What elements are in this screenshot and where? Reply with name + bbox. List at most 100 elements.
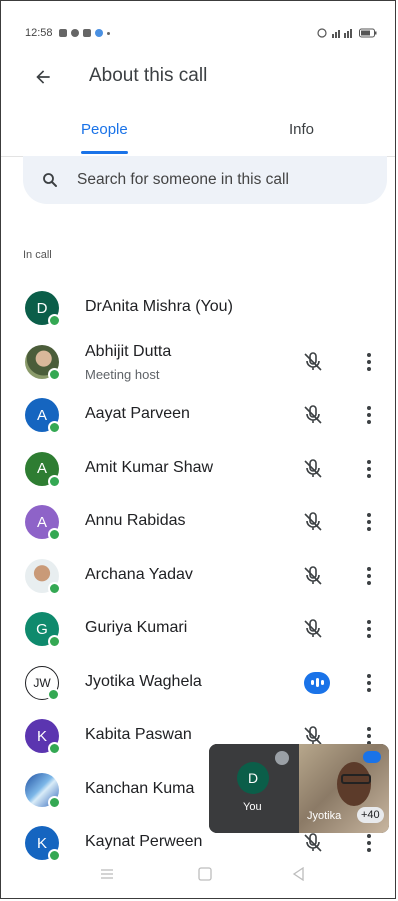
avatar: K xyxy=(25,826,61,862)
participant-row[interactable]: A Annu Rabidas xyxy=(1,495,395,549)
presence-indicator xyxy=(48,528,61,541)
more-options-button[interactable] xyxy=(359,350,379,374)
tab-people[interactable]: People xyxy=(81,121,128,138)
mic-off-icon xyxy=(304,512,322,531)
more-options-button[interactable] xyxy=(359,617,379,641)
participant-count-badge: +40 xyxy=(357,807,384,823)
system-nav-bar xyxy=(1,861,395,891)
participant-name: Kabita Paswan xyxy=(85,726,192,743)
search-icon xyxy=(43,173,57,187)
avatar-initial: JW xyxy=(33,675,51,690)
participant-name: Abhijit Dutta xyxy=(85,342,172,360)
speaking-indicator-icon xyxy=(363,751,381,763)
avatar-initial: K xyxy=(36,834,47,852)
participant-video xyxy=(337,762,371,806)
participant-row[interactable]: A Amit Kumar Shaw xyxy=(1,442,395,496)
participant-name: Archana Yadav xyxy=(85,565,193,583)
back-button[interactable] xyxy=(31,65,55,89)
alarm-icon xyxy=(317,28,327,38)
avatar-initial: K xyxy=(36,727,47,745)
mic-off-icon xyxy=(304,351,322,371)
avatar-initial: A xyxy=(36,460,47,477)
app-bar: About this call xyxy=(1,61,395,91)
avatar-initial: D xyxy=(36,299,48,317)
whatsapp-icon xyxy=(70,29,79,37)
mic-off-icon xyxy=(304,458,322,478)
video-detail xyxy=(341,774,371,784)
home-icon[interactable] xyxy=(197,867,213,881)
tab-info[interactable]: Info xyxy=(289,121,314,138)
participant-name: Kaynat Perween xyxy=(85,833,203,850)
participant-name: DrAnita Mishra (You) xyxy=(85,298,233,315)
more-options-button[interactable] xyxy=(359,671,379,695)
avatar: A xyxy=(25,451,61,488)
self-label: You xyxy=(243,801,262,813)
presence-indicator xyxy=(48,367,61,381)
participant-row[interactable]: D DrAnita Mishra (You) xyxy=(1,281,395,335)
participant-role: Meeting host xyxy=(85,366,160,382)
participant-row[interactable]: Archana Yadav xyxy=(1,549,395,603)
participant-name: Aayat Parveen xyxy=(85,405,190,422)
avatar-initial: A xyxy=(36,406,47,424)
presence-indicator xyxy=(48,581,61,595)
floating-call-preview[interactable]: D You Jyotika +40 xyxy=(209,744,389,833)
active-tab-indicator xyxy=(81,151,128,154)
avatar xyxy=(25,558,61,595)
avatar-initial: G xyxy=(36,620,48,638)
app-icon xyxy=(94,29,103,37)
presence-indicator xyxy=(48,635,61,648)
avatar: D xyxy=(25,291,61,327)
phone-screen: 12:58 About this call People Info In cal… xyxy=(0,0,396,899)
participant-row[interactable]: JW Jyotika Waghela xyxy=(1,656,395,710)
mic-off-icon xyxy=(304,619,322,638)
participant-row[interactable]: Abhijit Dutta Meeting host xyxy=(1,335,395,389)
presence-indicator xyxy=(48,474,61,488)
search-bar[interactable] xyxy=(23,156,387,204)
participant-row[interactable]: G Guriya Kumari xyxy=(1,602,395,656)
participant-tile-label: Jyotika xyxy=(307,810,342,822)
participant-name: Guriya Kumari xyxy=(85,619,188,636)
tab-bar: People Info xyxy=(1,113,395,157)
mic-off-icon xyxy=(304,405,322,424)
self-tile: D You xyxy=(209,744,299,833)
presence-indicator xyxy=(48,314,61,327)
mic-off-icon xyxy=(304,565,322,585)
participant-name: Kanchan Kuma xyxy=(85,779,195,797)
avatar-initial: A xyxy=(36,513,47,531)
avatar: A xyxy=(25,505,61,541)
more-options-button[interactable] xyxy=(359,831,379,855)
avatar xyxy=(25,772,61,809)
status-time: 12:58 xyxy=(25,27,53,39)
search-input[interactable] xyxy=(75,170,359,190)
presence-indicator xyxy=(48,742,61,755)
recent-apps-icon[interactable] xyxy=(99,867,115,881)
more-options-button[interactable] xyxy=(359,457,379,481)
more-options-button[interactable] xyxy=(359,510,379,534)
system-icons xyxy=(317,28,377,38)
avatar: K xyxy=(25,719,61,755)
participant-tile: Jyotika +40 xyxy=(299,744,389,833)
participant-name: Amit Kumar Shaw xyxy=(85,458,214,476)
participant-row[interactable]: A Aayat Parveen xyxy=(1,388,395,442)
notification-icons xyxy=(58,29,110,37)
notification-icon xyxy=(58,29,67,37)
mic-off-icon xyxy=(275,751,289,765)
battery-icon xyxy=(359,28,377,38)
more-notifications-icon xyxy=(106,31,110,35)
mic-off-icon xyxy=(304,833,322,852)
status-bar: 12:58 xyxy=(25,23,377,43)
avatar: A xyxy=(25,398,61,434)
speaking-indicator-icon xyxy=(304,671,330,694)
arrow-back-icon xyxy=(36,70,50,84)
presence-indicator xyxy=(48,795,61,809)
back-nav-icon[interactable] xyxy=(291,867,307,881)
page-title: About this call xyxy=(89,65,208,86)
avatar: JW xyxy=(25,665,60,701)
more-options-button[interactable] xyxy=(359,564,379,588)
more-options-button[interactable] xyxy=(359,403,379,427)
message-icon xyxy=(82,29,91,37)
participant-name: Annu Rabidas xyxy=(85,512,186,529)
avatar: G xyxy=(25,612,61,648)
self-avatar: D xyxy=(237,762,269,794)
presence-indicator xyxy=(48,421,61,434)
